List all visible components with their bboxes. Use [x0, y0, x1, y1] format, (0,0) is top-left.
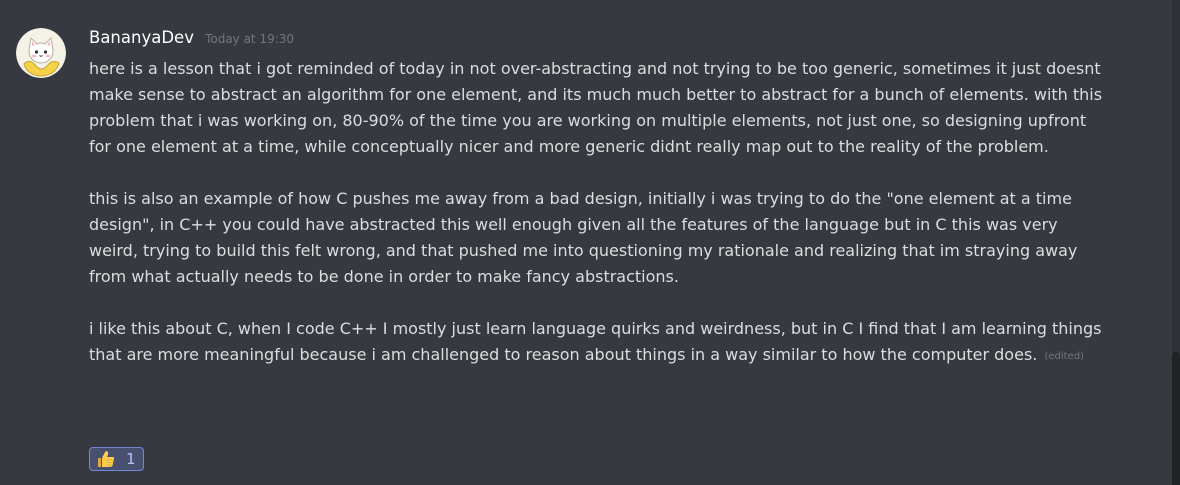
chat-message: BananyaDev Today at 19:30 here is a less…	[0, 0, 1172, 485]
message-header: BananyaDev Today at 19:30	[89, 28, 294, 50]
message-paragraph-last: i like this about C, when I code C++ I m…	[89, 316, 1109, 370]
reaction-thumbs-up[interactable]: 1	[89, 447, 144, 471]
reaction-count: 1	[126, 450, 136, 468]
message-paragraph-text: i like this about C, when I code C++ I m…	[89, 319, 1102, 364]
username[interactable]: BananyaDev	[89, 28, 194, 47]
bananya-avatar-icon	[16, 28, 66, 78]
message-paragraph: here is a lesson that i got reminded of …	[89, 59, 1103, 156]
scrollbar-thumb[interactable]	[1172, 352, 1180, 485]
user-avatar[interactable]	[16, 28, 66, 78]
scrollbar-track[interactable]	[1172, 0, 1180, 485]
edited-label: (edited)	[1044, 351, 1084, 362]
message-content: here is a lesson that i got reminded of …	[89, 56, 1109, 370]
thumbs-up-icon	[96, 449, 116, 469]
message-paragraph: this is also an example of how C pushes …	[89, 189, 1078, 286]
message-timestamp[interactable]: Today at 19:30	[205, 32, 294, 46]
